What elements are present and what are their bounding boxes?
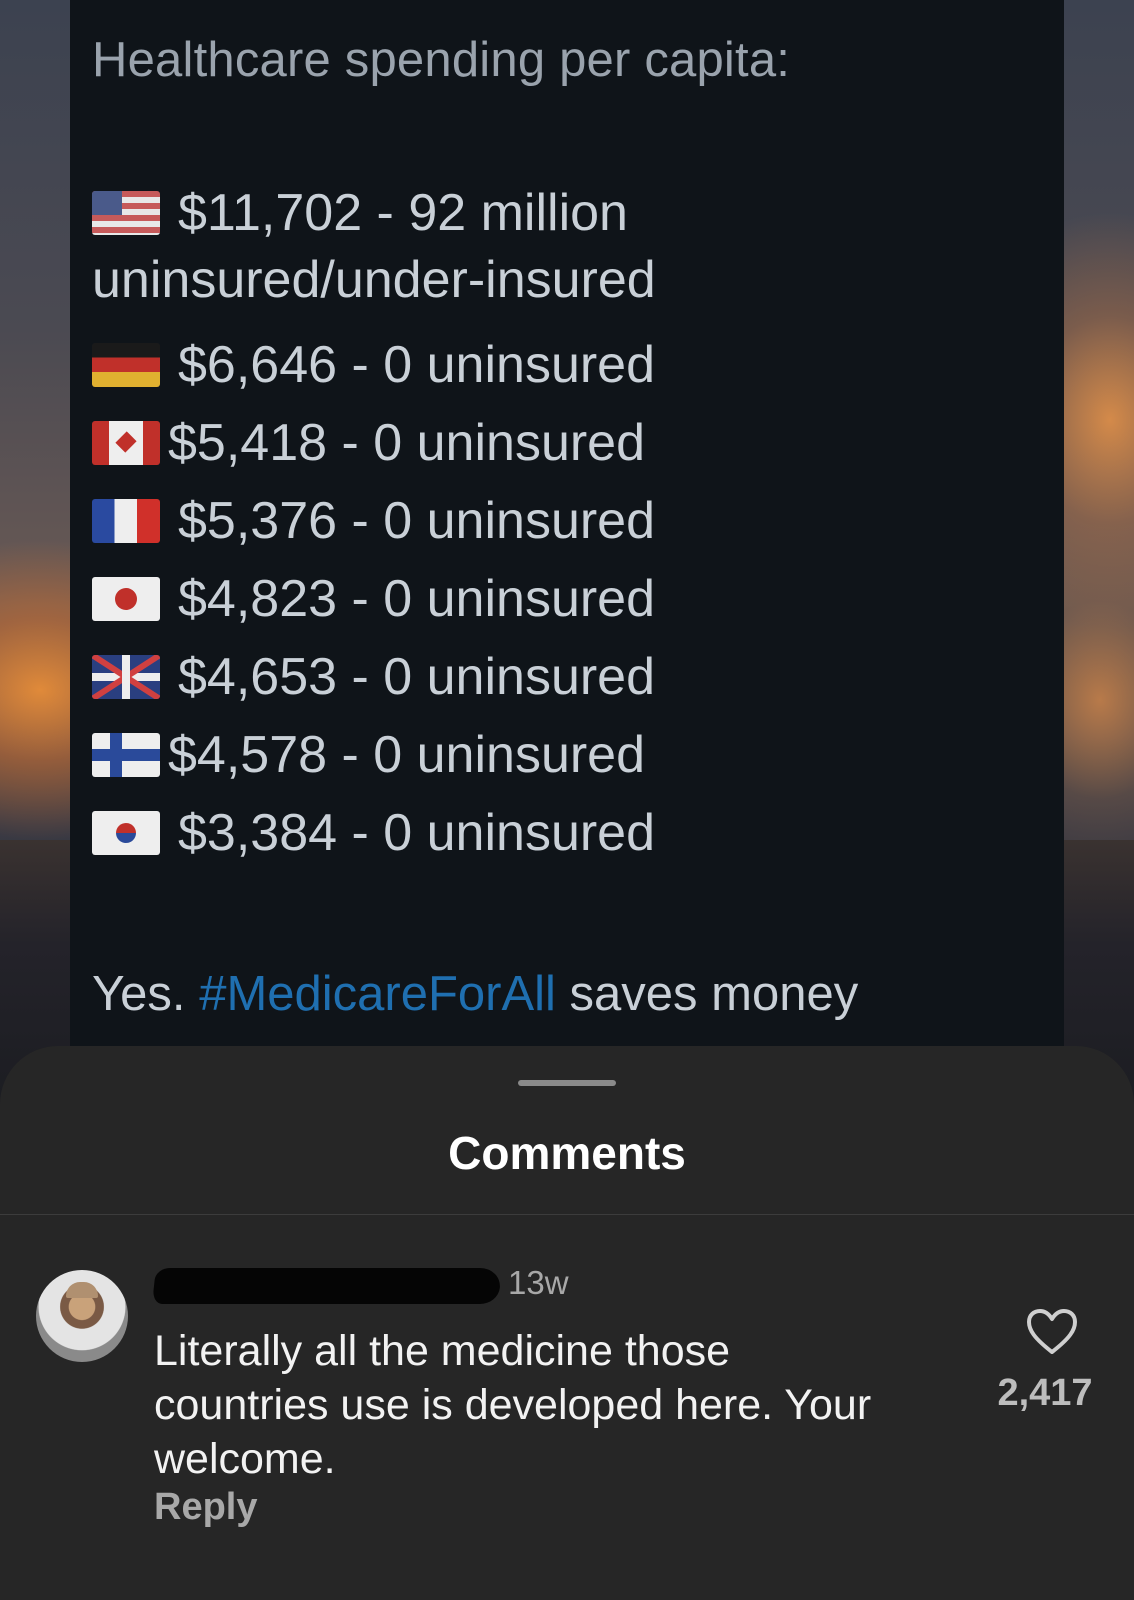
sheet-drag-handle[interactable] (518, 1080, 616, 1086)
comment-timestamp: 13w (508, 1264, 569, 1301)
south-korea-flag-icon (92, 811, 160, 855)
list-item-text: $11,702 - 92 million (178, 184, 628, 242)
list-item-text: $4,653 - 0 uninsured (178, 648, 656, 706)
france-flag-icon (92, 499, 160, 543)
list-item: $11,702 - 92 million (92, 178, 628, 248)
finland-flag-icon (92, 733, 160, 777)
list-item: $5,376 - 0 uninsured (92, 486, 655, 556)
list-item-text: $5,376 - 0 uninsured (178, 492, 656, 550)
us-flag-icon (92, 191, 160, 235)
list-item-text: $5,418 - 0 uninsured (168, 414, 646, 472)
list-item: $3,384 - 0 uninsured (92, 798, 655, 868)
tweet-footer: Yes. #MedicareForAll saves money (92, 966, 858, 1022)
like-count: 2,417 (997, 1372, 1093, 1414)
reply-button[interactable]: Reply (154, 1486, 257, 1529)
hashtag-link[interactable]: #MedicareForAll (199, 967, 556, 1021)
list-item-text: $4,578 - 0 uninsured (168, 726, 646, 784)
list-item-continuation: uninsured/under-insured (92, 251, 656, 309)
footer-suffix: saves money (569, 967, 859, 1021)
list-item: $6,646 - 0 uninsured (92, 330, 655, 400)
uk-flag-icon (92, 655, 160, 699)
list-item: $5,418 - 0 uninsured (92, 408, 645, 478)
footer-prefix: Yes. (92, 967, 186, 1021)
comment-text: Literally all the medicine those countri… (154, 1327, 872, 1483)
japan-flag-icon (92, 577, 160, 621)
tweet-title: Healthcare spending per capita: (92, 33, 791, 87)
list-item: $4,823 - 0 uninsured (92, 564, 655, 634)
list-item-text: $6,646 - 0 uninsured (178, 336, 656, 394)
divider (0, 1214, 1134, 1215)
germany-flag-icon (92, 343, 160, 387)
heart-outline-icon[interactable] (1026, 1308, 1078, 1356)
canada-flag-icon (92, 421, 160, 465)
redacted-username (152, 1268, 502, 1304)
sheet-title: Comments (448, 1127, 686, 1179)
list-item-text: $4,823 - 0 uninsured (178, 570, 656, 628)
comments-sheet: Comments 13w Literally all the medicine … (0, 1046, 1134, 1600)
list-item: $4,653 - 0 uninsured (92, 642, 655, 712)
list-item: $4,578 - 0 uninsured (92, 720, 645, 790)
avatar[interactable] (36, 1270, 128, 1362)
list-item-text: $3,384 - 0 uninsured (178, 804, 656, 862)
